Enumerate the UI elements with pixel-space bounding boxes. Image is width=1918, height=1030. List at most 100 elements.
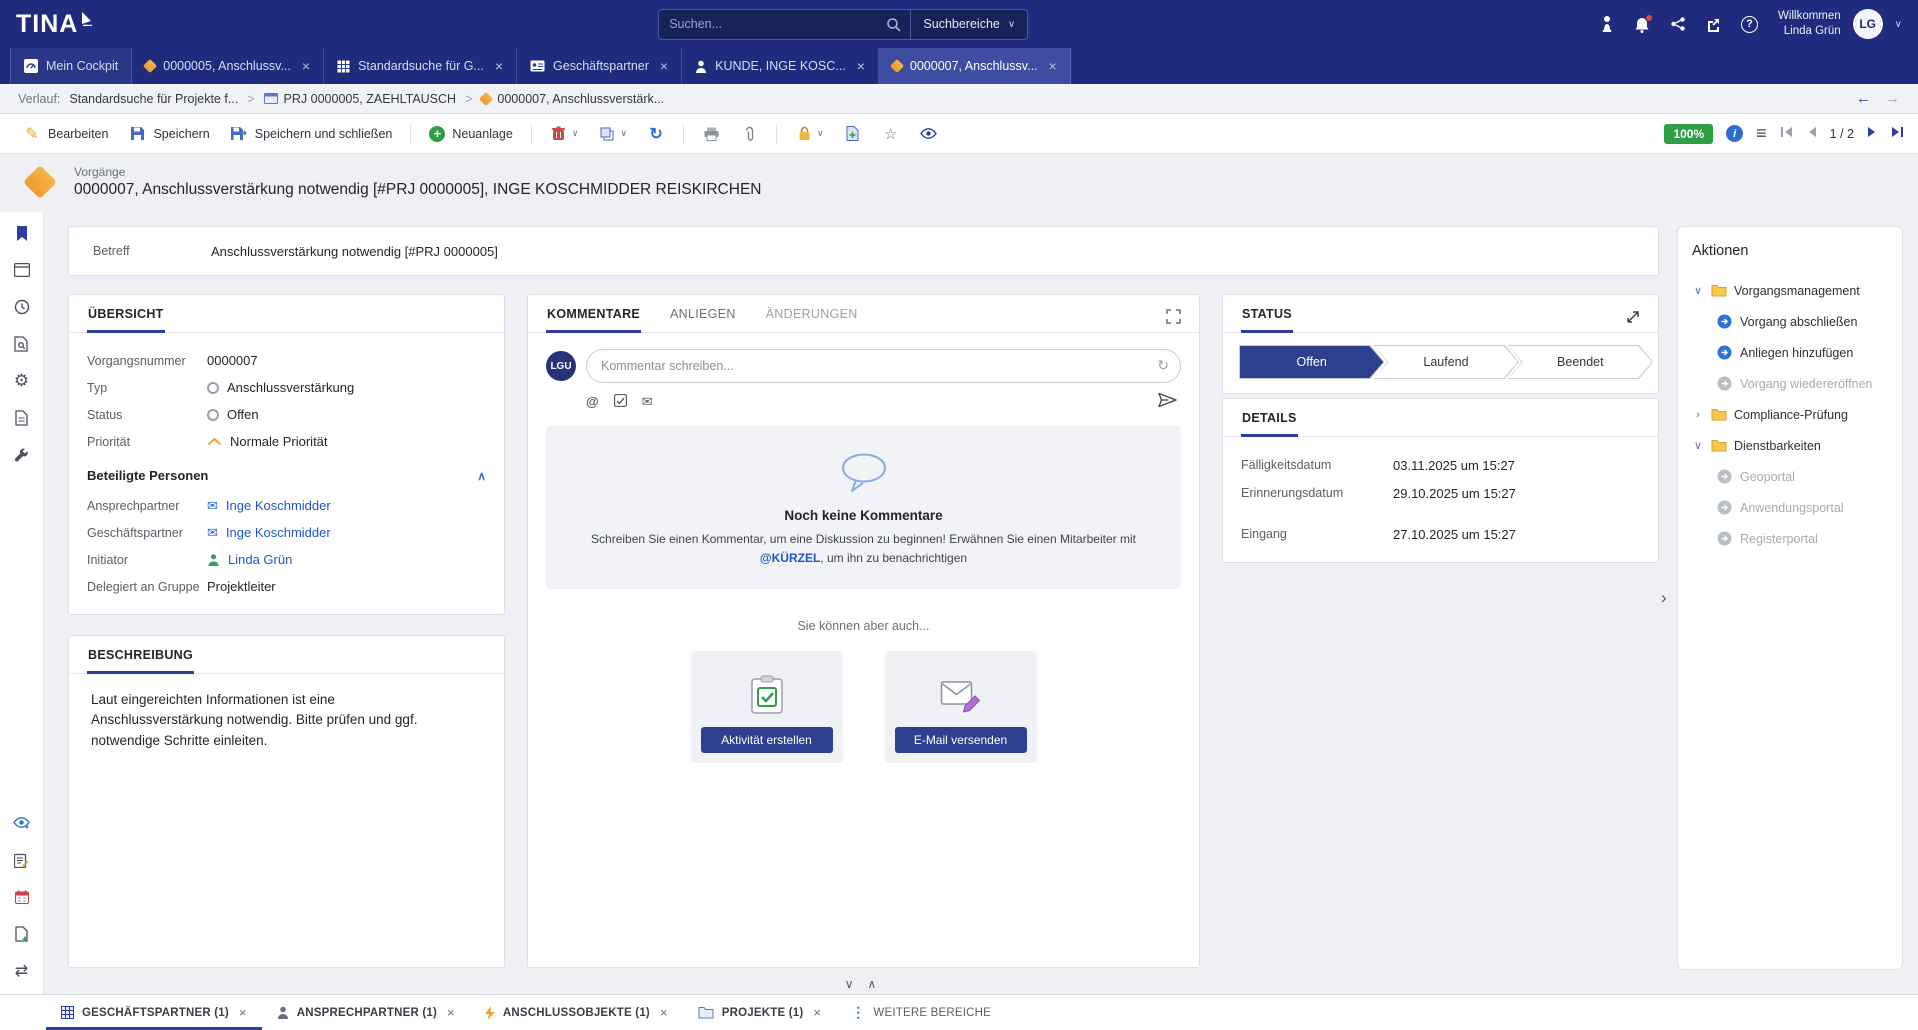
action-anliegen-hinzufuegen[interactable]: Anliegen hinzufügen — [1717, 337, 1888, 368]
person-link[interactable]: Linda Grün — [228, 552, 292, 567]
beteiligte-personen-section[interactable]: Beteiligte Personen ∧ — [87, 468, 486, 483]
breadcrumb-item-1[interactable]: Standardsuche für Projekte f... — [69, 92, 238, 106]
bottom-tab-anschlussobjekte[interactable]: ANSCHLUSSOBJEKTE (1) × — [470, 995, 683, 1030]
user-avatar[interactable]: LG — [1853, 9, 1883, 39]
user-menu-chevron-icon[interactable]: ∨ — [1895, 19, 1902, 30]
history-icon[interactable] — [11, 296, 33, 318]
watch-button[interactable] — [911, 120, 947, 148]
tab-kunde-inge[interactable]: KUNDE, INGE KOSC... × — [682, 48, 879, 84]
close-icon[interactable]: × — [1049, 58, 1057, 74]
actions-collapse-handle[interactable]: › — [1661, 588, 1667, 608]
expand-diagonal-icon[interactable] — [1626, 310, 1640, 332]
search-input[interactable] — [659, 17, 886, 31]
print-button[interactable] — [693, 120, 729, 148]
tab-vorgang-0000005[interactable]: 0000005, Anschlussv... × — [132, 48, 324, 84]
expander-icon[interactable]: › — [1692, 409, 1704, 421]
mail-icon[interactable]: ✉ — [642, 395, 653, 408]
expander-icon[interactable]: ∨ — [1692, 284, 1704, 297]
collapse-down-icon[interactable]: ∨ — [845, 977, 854, 991]
tree-node-vorgangsmanagement[interactable]: ∨ Vorgangsmanagement — [1692, 275, 1888, 306]
next-page-icon[interactable] — [1867, 126, 1877, 141]
save-button[interactable]: Speichern — [119, 120, 218, 148]
new-record-button[interactable]: + Neuanlage — [420, 121, 521, 147]
history-forward-icon[interactable]: → — [1885, 90, 1900, 107]
calendar-icon[interactable] — [11, 886, 33, 908]
edit-button[interactable]: ✎ Bearbeiten — [14, 120, 117, 148]
transfer-swap-icon[interactable]: ⇄ — [11, 960, 33, 982]
status-step-beendet[interactable]: Beendet — [1508, 345, 1653, 379]
tree-node-dienstbarkeiten[interactable]: ∨ Dienstbarkeiten — [1692, 430, 1888, 461]
search-scope-dropdown[interactable]: Suchbereiche ∨ — [911, 17, 1027, 31]
bottom-tab-geschaeftspartner[interactable]: GESCHÄFTSPARTNER (1) × — [46, 995, 262, 1030]
previous-page-icon[interactable] — [1807, 126, 1817, 141]
send-email-button[interactable]: E-Mail versenden — [895, 727, 1027, 753]
person-link[interactable]: Inge Koschmidder — [226, 525, 331, 540]
close-icon[interactable]: × — [239, 1005, 247, 1020]
betreff-value[interactable]: Anschlussverstärkung notwendig [#PRJ 000… — [211, 244, 498, 259]
save-and-close-button[interactable]: Speichern und schließen — [221, 120, 402, 148]
mention-at-icon[interactable]: @ — [586, 394, 599, 409]
tools-wrench-icon[interactable] — [11, 444, 33, 466]
search-icon[interactable] — [886, 17, 910, 32]
expander-icon[interactable]: ∨ — [1692, 439, 1704, 452]
close-icon[interactable]: × — [660, 1005, 668, 1020]
tab-standardsuche[interactable]: Standardsuche für G... × — [324, 48, 517, 84]
notifications-bell-icon[interactable] — [1634, 16, 1650, 33]
duplicate-button[interactable]: ∨ — [589, 120, 636, 148]
new-document-icon[interactable] — [11, 923, 33, 945]
status-step-offen[interactable]: Offen — [1239, 345, 1384, 379]
help-icon[interactable]: ? — [1741, 16, 1758, 33]
menu-icon[interactable]: ≡ — [1756, 123, 1767, 144]
share-icon[interactable] — [1670, 16, 1686, 32]
attachment-button[interactable] — [731, 120, 767, 148]
close-icon[interactable]: × — [857, 58, 865, 74]
close-icon[interactable]: × — [660, 58, 668, 74]
comment-input[interactable] — [586, 349, 1181, 383]
action-vorgang-abschliessen[interactable]: Vorgang abschließen — [1717, 306, 1888, 337]
create-activity-button[interactable]: Aktivität erstellen — [701, 727, 833, 753]
close-icon[interactable]: × — [813, 1005, 821, 1020]
tab-geschaeftspartner[interactable]: Geschäftspartner × — [517, 48, 682, 84]
assistant-icon[interactable] — [1600, 15, 1614, 33]
bottom-tab-weitere-bereiche[interactable]: ⋮ WEITERE BEREICHE — [836, 995, 1006, 1030]
refresh-button[interactable]: ↻ — [638, 120, 674, 148]
app-logo[interactable]: TINA — [16, 10, 94, 39]
beschreibung-tab[interactable]: BESCHREIBUNG — [87, 648, 194, 674]
collapse-chevron-icon[interactable]: ∧ — [477, 469, 486, 483]
settings-gear-icon[interactable]: ⚙ — [11, 370, 33, 392]
close-icon[interactable]: × — [495, 58, 503, 74]
send-icon[interactable] — [1157, 392, 1177, 411]
favorite-button[interactable]: ☆ — [873, 120, 909, 148]
tab-kommentare[interactable]: KOMMENTARE — [546, 307, 641, 333]
bookmarks-icon[interactable] — [11, 222, 33, 244]
radio-icon[interactable] — [207, 409, 219, 421]
refresh-icon[interactable]: ↻ — [1157, 357, 1169, 374]
tab-vorgang-0000007[interactable]: 0000007, Anschlussv... × — [879, 48, 1071, 84]
tab-anliegen[interactable]: ANLIEGEN — [669, 307, 737, 333]
breadcrumb-item-3[interactable]: 0000007, Anschlussverstärk... — [481, 92, 664, 106]
bottom-tab-projekte[interactable]: PROJEKTE (1) × — [683, 995, 836, 1030]
first-page-icon[interactable] — [1780, 126, 1794, 141]
close-icon[interactable]: × — [447, 1005, 455, 1020]
open-external-icon[interactable] — [1706, 17, 1721, 32]
delete-button[interactable]: ∨ — [541, 120, 588, 148]
uebersicht-tab[interactable]: ÜBERSICHT — [87, 307, 165, 333]
details-tab[interactable]: DETAILS — [1241, 411, 1298, 437]
windows-icon[interactable] — [11, 259, 33, 281]
radio-icon[interactable] — [207, 382, 219, 394]
status-step-laufend[interactable]: Laufend — [1373, 345, 1518, 379]
info-icon[interactable]: i — [1726, 125, 1743, 142]
notes-icon[interactable] — [11, 849, 33, 871]
zoom-badge[interactable]: 100% — [1664, 124, 1713, 144]
tab-mein-cockpit[interactable]: Mein Cockpit — [10, 48, 132, 84]
history-back-icon[interactable]: ← — [1856, 90, 1871, 107]
status-tab[interactable]: STATUS — [1241, 307, 1293, 333]
collapse-up-icon[interactable]: ∧ — [868, 977, 877, 991]
documents-icon[interactable] — [11, 407, 33, 429]
close-icon[interactable]: × — [302, 58, 310, 74]
tab-aenderungen[interactable]: ÄNDERUNGEN — [765, 307, 859, 333]
task-checkbox-icon[interactable] — [614, 394, 627, 410]
last-page-icon[interactable] — [1890, 126, 1904, 141]
fullscreen-icon[interactable] — [1166, 309, 1181, 332]
document-search-icon[interactable] — [11, 333, 33, 355]
